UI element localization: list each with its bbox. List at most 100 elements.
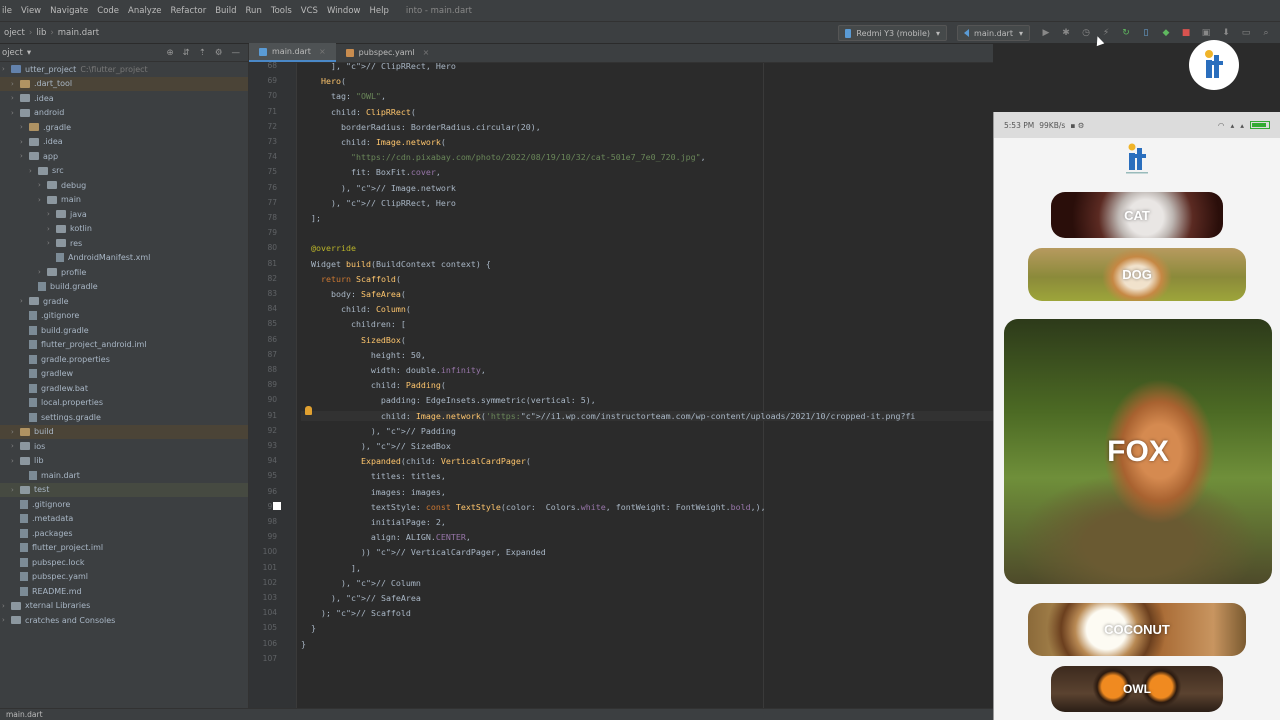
color-swatch-icon[interactable] bbox=[273, 502, 281, 510]
menu-vcs[interactable]: VCS bbox=[301, 6, 318, 16]
code-line[interactable]: } bbox=[301, 639, 306, 649]
chevron-right-icon[interactable]: › bbox=[29, 167, 38, 175]
chevron-right-icon[interactable]: › bbox=[11, 442, 20, 450]
tree-item[interactable]: build.gradle bbox=[0, 280, 248, 295]
code-line[interactable]: child: Image.network('https:"c">//i1.wp.… bbox=[301, 410, 993, 421]
tree-item[interactable]: local.properties bbox=[0, 396, 248, 411]
tab-pubspec-yaml[interactable]: pubspec.yaml × bbox=[336, 43, 440, 62]
card-cat[interactable]: CAT bbox=[1051, 192, 1223, 238]
tree-item[interactable]: main.dart bbox=[0, 468, 248, 483]
card-coconut[interactable]: COCONUT bbox=[1028, 603, 1246, 656]
menu-navigate[interactable]: Navigate bbox=[50, 6, 88, 16]
code-line[interactable]: ), "c">// SizedBox bbox=[301, 441, 451, 451]
code-line[interactable]: borderRadius: BorderRadius.circular(20), bbox=[301, 122, 541, 132]
sdk-manager-icon[interactable]: ⬇ bbox=[1220, 27, 1232, 39]
code-line[interactable]: initialPage: 2, bbox=[301, 517, 446, 527]
tree-item[interactable]: › .idea bbox=[0, 135, 248, 150]
tree-item[interactable]: › android bbox=[0, 106, 248, 121]
code-line[interactable]: padding: EdgeInsets.symmetric(vertical: … bbox=[301, 395, 596, 405]
chevron-right-icon[interactable]: › bbox=[11, 80, 20, 88]
code-line[interactable]: Widget build(BuildContext context) { bbox=[301, 259, 491, 269]
run-config-selector[interactable]: main.dart ▾ bbox=[957, 25, 1030, 41]
tree-item[interactable]: .packages bbox=[0, 526, 248, 541]
devices-icon[interactable]: ▯ bbox=[1140, 27, 1152, 39]
breadcrumb-project[interactable]: oject bbox=[4, 28, 25, 38]
tree-item[interactable]: › build bbox=[0, 424, 248, 439]
code-line[interactable]: ], "c">// ClipRRect, Hero bbox=[301, 63, 456, 71]
code-line[interactable]: } bbox=[301, 623, 316, 633]
tree-item[interactable]: › profile bbox=[0, 265, 248, 280]
tree-item[interactable]: .gitignore bbox=[0, 497, 248, 512]
tree-item[interactable]: .gitignore bbox=[0, 309, 248, 324]
menu-window[interactable]: Window bbox=[327, 6, 361, 16]
tree-item[interactable]: › app bbox=[0, 149, 248, 164]
tree-item[interactable]: AndroidManifest.xml bbox=[0, 251, 248, 266]
code-line[interactable]: ), "c">// Padding bbox=[301, 426, 456, 436]
tree-item[interactable]: › debug bbox=[0, 178, 248, 193]
code-line[interactable]: Expanded(child: VerticalCardPager( bbox=[301, 456, 531, 466]
gear-icon[interactable]: ⚙ bbox=[215, 48, 223, 58]
run-icon[interactable]: ▶ bbox=[1040, 27, 1052, 39]
code-line[interactable]: images: images, bbox=[301, 487, 446, 497]
code-line[interactable]: width: double.infinity, bbox=[301, 365, 486, 375]
menu-run[interactable]: Run bbox=[246, 6, 262, 16]
code-line[interactable]: ), "c">// ClipRRect, Hero bbox=[301, 198, 456, 208]
tree-item[interactable]: › gradle bbox=[0, 294, 248, 309]
chevron-right-icon[interactable]: › bbox=[20, 297, 29, 305]
chevron-right-icon[interactable]: › bbox=[38, 181, 47, 189]
tab-main-dart[interactable]: main.dart × bbox=[249, 43, 336, 62]
layout-icon[interactable]: ▭ bbox=[1240, 27, 1252, 39]
tree-item[interactable]: flutter_project.iml bbox=[0, 541, 248, 556]
expand-icon[interactable]: ⇡ bbox=[199, 48, 206, 58]
tree-item[interactable]: › .idea bbox=[0, 91, 248, 106]
code-line[interactable]: height: 50, bbox=[301, 350, 426, 360]
code-line[interactable]: return Scaffold( bbox=[301, 274, 401, 284]
code-line[interactable]: child: ClipRRect( bbox=[301, 107, 416, 117]
tree-item[interactable]: settings.gradle bbox=[0, 410, 248, 425]
tree-item[interactable]: › lib bbox=[0, 454, 248, 469]
tree-item[interactable]: › kotlin bbox=[0, 222, 248, 237]
code-line[interactable]: child: Padding( bbox=[301, 380, 446, 390]
folder-icon[interactable]: ▣ bbox=[1200, 27, 1212, 39]
lightbulb-icon[interactable] bbox=[305, 406, 312, 415]
code-line[interactable]: ]; bbox=[301, 213, 321, 223]
code-line[interactable]: titles: titles, bbox=[301, 471, 446, 481]
tree-item[interactable]: › main bbox=[0, 193, 248, 208]
chevron-right-icon[interactable]: › bbox=[20, 138, 29, 146]
debug-icon[interactable]: ✱ bbox=[1060, 27, 1072, 39]
chevron-right-icon[interactable]: › bbox=[11, 486, 20, 494]
tree-item[interactable]: pubspec.lock bbox=[0, 555, 248, 570]
device-selector[interactable]: Redmi Y3 (mobile) ▾ bbox=[838, 25, 948, 41]
code-line[interactable]: @override bbox=[301, 243, 356, 253]
bottom-file-label[interactable]: main.dart bbox=[6, 710, 43, 719]
card-fox[interactable]: FOX bbox=[1004, 319, 1272, 584]
profile-icon[interactable]: ◷ bbox=[1080, 27, 1092, 39]
breadcrumb-lib[interactable]: lib bbox=[36, 28, 46, 38]
tree-item[interactable]: gradlew.bat bbox=[0, 381, 248, 396]
hot-restart-icon[interactable]: ↻ bbox=[1120, 27, 1132, 39]
chevron-right-icon[interactable]: › bbox=[20, 123, 29, 131]
tree-item[interactable]: › utter_project C:\flutter_project bbox=[0, 62, 248, 77]
tree-item[interactable]: › .dart_tool bbox=[0, 76, 248, 91]
chevron-right-icon[interactable]: › bbox=[20, 152, 29, 160]
tree-item[interactable]: gradlew bbox=[0, 367, 248, 382]
chevron-right-icon[interactable]: › bbox=[47, 210, 56, 218]
code-line[interactable]: ], bbox=[301, 563, 361, 573]
close-icon[interactable]: × bbox=[423, 48, 430, 57]
tree-item[interactable]: › java bbox=[0, 207, 248, 222]
breadcrumb-file[interactable]: main.dart bbox=[58, 28, 99, 38]
chevron-right-icon[interactable]: › bbox=[38, 268, 47, 276]
code-line[interactable]: ), "c">// SafeArea bbox=[301, 593, 421, 603]
chevron-right-icon[interactable]: › bbox=[47, 225, 56, 233]
code-line[interactable]: children: [ bbox=[301, 319, 406, 329]
menu-refactor[interactable]: Refactor bbox=[171, 6, 207, 16]
menu-view[interactable]: View bbox=[21, 6, 41, 16]
chevron-right-icon[interactable]: › bbox=[2, 616, 11, 624]
line-number-gutter[interactable]: 68 69 70 71 72 73 74 75 76 77 78 79 80 81 82 83 84 85 86 87… bbox=[249, 61, 297, 720]
chevron-right-icon[interactable]: › bbox=[11, 94, 20, 102]
tree-item[interactable]: › xternal Libraries bbox=[0, 599, 248, 614]
tree-item[interactable]: › .gradle bbox=[0, 120, 248, 135]
tree-item[interactable]: › src bbox=[0, 164, 248, 179]
code-line[interactable]: )) "c">// VerticalCardPager, Expanded bbox=[301, 547, 546, 557]
code-area[interactable]: ], "c">// ClipRRect, Hero Hero( tag: "OW… bbox=[301, 63, 993, 720]
